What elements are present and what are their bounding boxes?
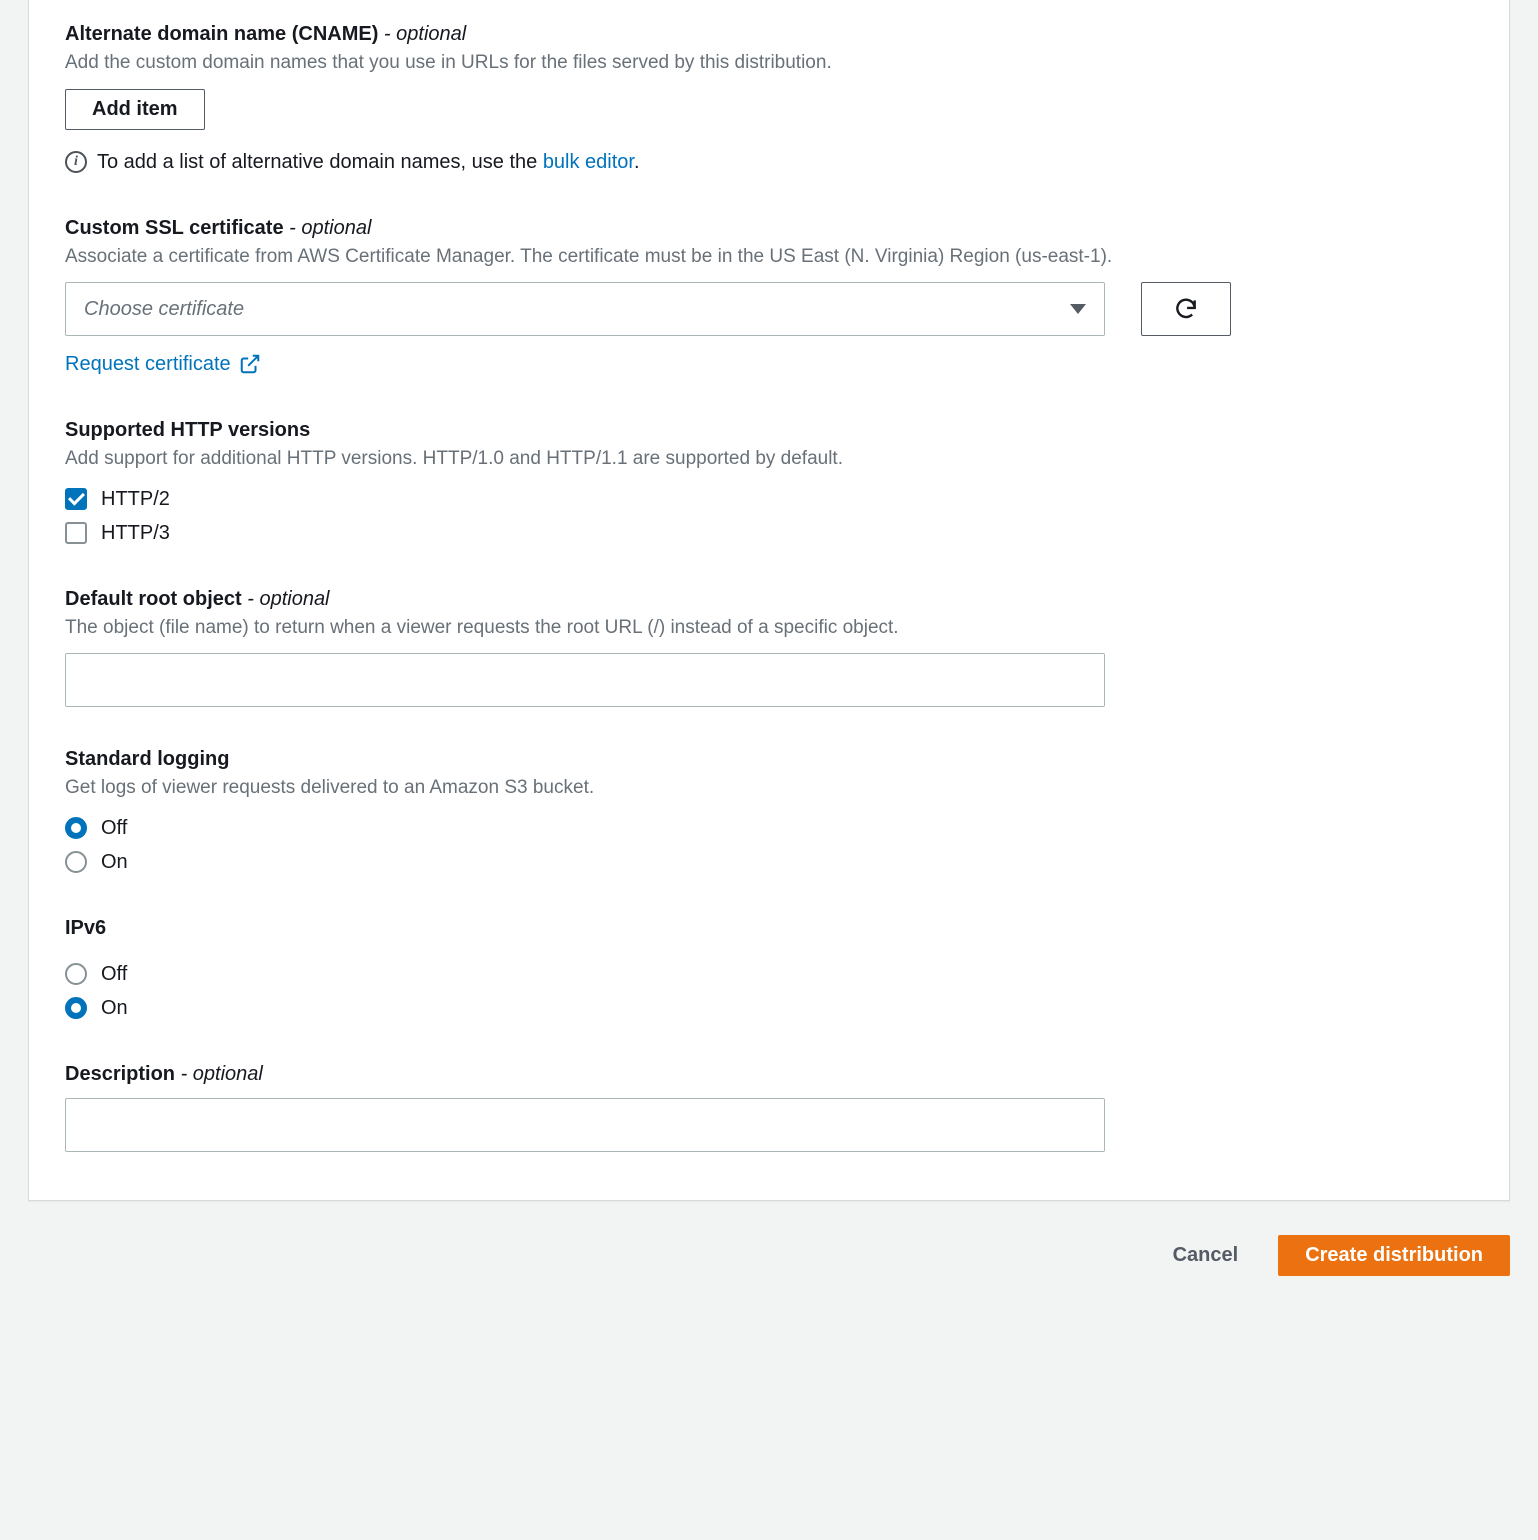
http-desc: Add support for additional HTTP versions… <box>65 446 1473 473</box>
refresh-certificates-button[interactable] <box>1141 282 1231 336</box>
http2-label: HTTP/2 <box>101 485 170 513</box>
request-certificate-link[interactable]: Request certificate <box>65 350 261 378</box>
root-desc: The object (file name) to return when a … <box>65 615 1473 642</box>
logging-on-label: On <box>101 848 128 876</box>
refresh-icon <box>1173 296 1199 322</box>
ssl-select-placeholder: Choose certificate <box>84 295 244 323</box>
cancel-button[interactable]: Cancel <box>1147 1235 1265 1276</box>
bulk-editor-link[interactable]: bulk editor <box>543 151 634 173</box>
ipv6-on-label: On <box>101 994 128 1022</box>
ipv6-section: IPv6 Off On <box>65 914 1473 1022</box>
root-object-input[interactable] <box>65 653 1105 707</box>
ipv6-off-label: Off <box>101 960 127 988</box>
ipv6-off-radio[interactable] <box>65 963 87 985</box>
logging-desc: Get logs of viewer requests delivered to… <box>65 775 1473 802</box>
ipv6-on-radio[interactable] <box>65 997 87 1019</box>
form-footer: Cancel Create distribution <box>28 1201 1510 1288</box>
bulk-editor-info: i To add a list of alternative domain na… <box>65 148 1473 176</box>
logging-off-radio[interactable] <box>65 817 87 839</box>
add-item-button[interactable]: Add item <box>65 89 205 130</box>
http3-label: HTTP/3 <box>101 519 170 547</box>
create-distribution-button[interactable]: Create distribution <box>1278 1235 1510 1276</box>
cname-desc: Add the custom domain names that you use… <box>65 50 1473 77</box>
description-label: Description - optional <box>65 1060 1473 1088</box>
cname-label: Alternate domain name (CNAME) - optional <box>65 20 1473 48</box>
external-link-icon <box>239 353 261 375</box>
http-label: Supported HTTP versions <box>65 416 1473 444</box>
description-input[interactable] <box>65 1098 1105 1152</box>
logging-on-radio[interactable] <box>65 851 87 873</box>
ipv6-label: IPv6 <box>65 914 1473 942</box>
settings-panel: Alternate domain name (CNAME) - optional… <box>28 0 1510 1201</box>
ssl-section: Custom SSL certificate - optional Associ… <box>65 214 1473 379</box>
info-icon: i <box>65 151 87 173</box>
cname-section: Alternate domain name (CNAME) - optional… <box>65 20 1473 176</box>
ssl-label: Custom SSL certificate - optional <box>65 214 1473 242</box>
ssl-certificate-select[interactable]: Choose certificate <box>65 282 1105 336</box>
logging-label: Standard logging <box>65 745 1473 773</box>
chevron-down-icon <box>1070 304 1086 314</box>
http3-checkbox[interactable] <box>65 522 87 544</box>
http2-checkbox[interactable] <box>65 488 87 510</box>
root-object-section: Default root object - optional The objec… <box>65 585 1473 708</box>
description-section: Description - optional <box>65 1060 1473 1152</box>
logging-section: Standard logging Get logs of viewer requ… <box>65 745 1473 876</box>
logging-off-label: Off <box>101 814 127 842</box>
root-label: Default root object - optional <box>65 585 1473 613</box>
ssl-desc: Associate a certificate from AWS Certifi… <box>65 244 1473 271</box>
http-versions-section: Supported HTTP versions Add support for … <box>65 416 1473 547</box>
